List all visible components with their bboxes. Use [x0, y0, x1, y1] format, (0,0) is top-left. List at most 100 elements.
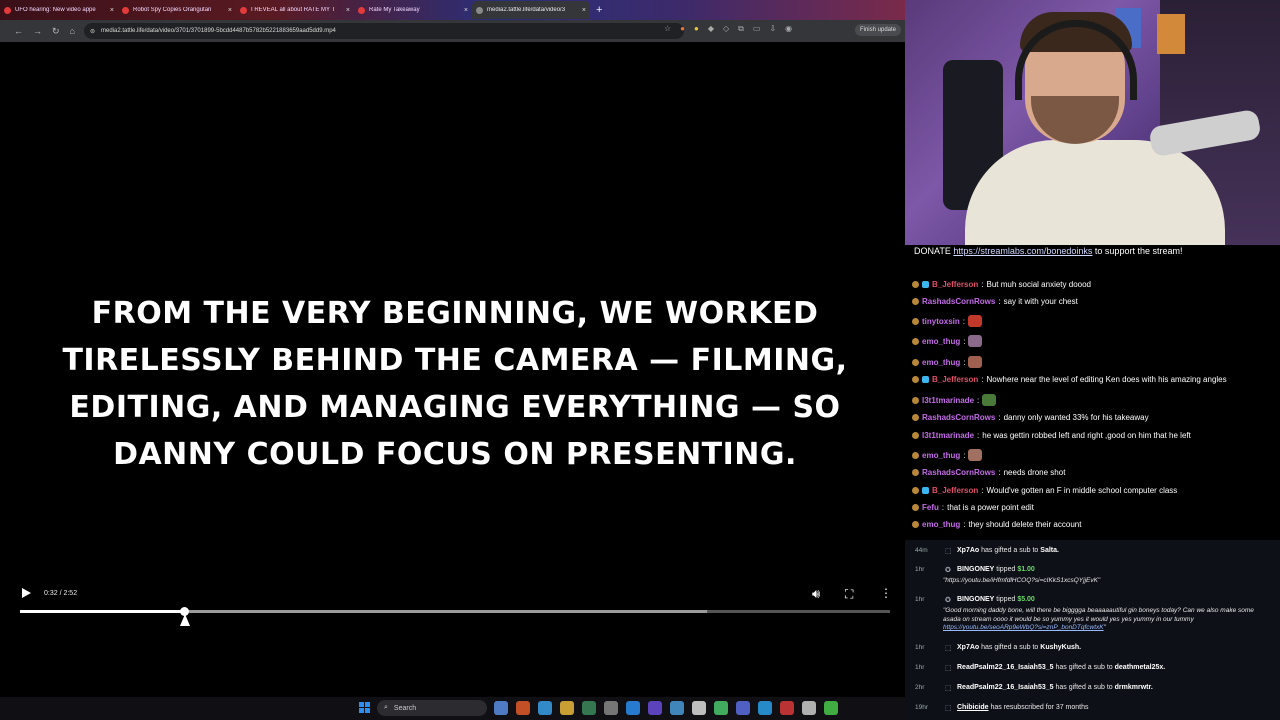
chat-username[interactable]: emo_thug — [922, 337, 960, 346]
tab-title: media2.tattle.life/data/video/3 — [487, 7, 566, 13]
taskbar-app-icon[interactable] — [802, 701, 816, 715]
more-vertical-icon[interactable]: ⋮ — [880, 586, 892, 600]
event-username[interactable]: ReadPsalm22_16_Isaiah53_5 — [957, 664, 1054, 671]
taskbar-app-icon[interactable] — [780, 701, 794, 715]
bookmark-star-icon[interactable]: ☆ — [664, 24, 671, 34]
subscriber-badge-icon — [922, 487, 929, 494]
taskbar-search[interactable]: ⌕ Search — [377, 700, 487, 716]
chat-badge-icon — [912, 281, 919, 288]
tab-close-icon[interactable]: × — [582, 7, 586, 14]
chat-emote-icon — [968, 335, 983, 347]
taskbar-app-icon[interactable] — [516, 701, 530, 715]
event-target[interactable]: KushyKush. — [1040, 644, 1081, 651]
taskbar-app-icon[interactable] — [560, 701, 574, 715]
extension-icon[interactable]: ◇ — [723, 24, 729, 34]
event-username[interactable]: Xp7Ao — [957, 547, 979, 554]
browser-tab[interactable]: Rate My Takeaway × — [354, 1, 472, 19]
taskbar-app-icon[interactable] — [582, 701, 596, 715]
event-username[interactable]: ReadPsalm22_16_Isaiah53_5 — [957, 684, 1054, 691]
extension-icon[interactable]: ● — [694, 24, 699, 34]
back-icon[interactable]: ← — [14, 26, 23, 36]
donate-link[interactable]: https://streamlabs.com/bonedoinks — [953, 246, 1092, 256]
tab-close-icon[interactable]: × — [346, 7, 350, 14]
tab-close-icon[interactable]: × — [464, 7, 468, 14]
played-bar — [20, 610, 184, 613]
chat-colon: : — [981, 280, 984, 289]
forward-icon[interactable]: → — [33, 26, 42, 36]
extensions-puzzle-icon[interactable]: ⧉ — [738, 24, 744, 34]
profile-avatar-icon[interactable]: ◉ — [785, 24, 792, 34]
event-target[interactable]: deathmetal25x. — [1115, 664, 1166, 671]
fullscreen-icon[interactable]: ⛶ — [845, 587, 853, 602]
play-icon[interactable] — [22, 588, 31, 598]
taskbar-apps — [494, 701, 838, 715]
taskbar-app-icon[interactable] — [648, 701, 662, 715]
chat-colon: : — [963, 336, 966, 346]
taskbar-app-icon[interactable] — [626, 701, 640, 715]
taskbar-app-icon[interactable] — [692, 701, 706, 715]
tab-title: I REVEAL all about RATE MY T — [251, 7, 336, 13]
chat-username[interactable]: RashadsCornRows — [922, 413, 995, 422]
browser-tab[interactable]: media2.tattle.life/data/video/3 × — [472, 1, 590, 19]
chat-username[interactable]: emo_thug — [922, 358, 960, 367]
new-tab-button[interactable]: + — [590, 4, 608, 16]
tab-favicon-icon — [476, 6, 483, 14]
site-info-icon[interactable]: ⊜ — [90, 28, 95, 35]
chat-message: emo_thug: — [912, 356, 983, 368]
chat-username[interactable]: emo_thug — [922, 451, 960, 460]
chat-username[interactable]: B_Jefferson — [932, 375, 978, 384]
chat-colon: : — [981, 486, 984, 495]
address-bar[interactable]: ⊜ media2.tattle.life/data/video/3701/370… — [84, 23, 684, 39]
chat-username[interactable]: RashadsCornRows — [922, 468, 995, 477]
chat-badge-icon — [912, 414, 919, 421]
streamer-shirt — [965, 140, 1225, 245]
chat-username[interactable]: B_Jefferson — [932, 486, 978, 495]
event-username[interactable]: BINGONEY — [957, 596, 994, 603]
chat-username[interactable]: Fefu — [922, 503, 939, 512]
sidebar-icon[interactable]: ▭ — [753, 24, 761, 34]
taskbar-app-icon[interactable] — [736, 701, 750, 715]
extension-icon[interactable]: ● — [680, 24, 685, 34]
home-icon[interactable]: ⌂ — [70, 26, 75, 36]
reload-icon[interactable]: ↻ — [52, 26, 60, 37]
finish-update-button[interactable]: Finish update — [854, 24, 901, 36]
event-time: 1hr — [915, 644, 925, 651]
taskbar-app-icon[interactable] — [670, 701, 684, 715]
taskbar-app-icon[interactable] — [494, 701, 508, 715]
tab-close-icon[interactable]: × — [228, 7, 232, 14]
volume-icon[interactable]: 🔊︎ — [812, 586, 820, 602]
tip-message: "https://youtu.be/iHfmfdlHCOQ?si=cIKkS1x… — [943, 577, 1273, 586]
tip-amount: $1.00 — [1017, 566, 1035, 573]
taskbar-app-icon[interactable] — [758, 701, 772, 715]
event-username[interactable]: Xp7Ao — [957, 644, 979, 651]
event-target[interactable]: Salta. — [1040, 547, 1059, 554]
taskbar-app-icon[interactable] — [538, 701, 552, 715]
donate-suffix: to support the stream! — [1092, 246, 1183, 256]
browser-tab[interactable]: UFO hearing: New video appe × — [0, 1, 118, 19]
download-icon[interactable]: ⇩ — [769, 24, 776, 34]
chat-username[interactable]: B_Jefferson — [932, 280, 978, 289]
chat-username[interactable]: RashadsCornRows — [922, 297, 995, 306]
tip-message-link[interactable]: https://youtu.be/seoARp9eWbQ?si=znP_bonD… — [943, 624, 1104, 631]
video-player[interactable]: FROM THE VERY BEGINNING, WE WORKED TIREL… — [0, 42, 905, 697]
browser-tab[interactable]: I REVEAL all about RATE MY T × — [236, 1, 354, 19]
windows-start-icon[interactable] — [359, 702, 370, 713]
tab-close-icon[interactable]: × — [110, 7, 114, 14]
chat-text: he was gettin robbed left and right ,goo… — [982, 431, 1191, 440]
chat-username[interactable]: emo_thug — [922, 520, 960, 529]
chat-username[interactable]: l3t1tmarinade — [922, 431, 974, 440]
tab-favicon-icon — [358, 6, 365, 14]
taskbar-app-icon[interactable] — [714, 701, 728, 715]
event-username[interactable]: Chibicide — [957, 704, 989, 711]
seek-bar[interactable] — [20, 607, 890, 616]
event-target[interactable]: drmkmrwtr. — [1115, 684, 1153, 691]
taskbar-app-icon[interactable] — [824, 701, 838, 715]
taskbar-app-icon[interactable] — [604, 701, 618, 715]
chat-username[interactable]: tinytoxsin — [922, 317, 960, 326]
event-username[interactable]: BINGONEY — [957, 566, 994, 573]
tip-message-end: " — [1103, 624, 1106, 631]
extension-icon[interactable]: ◆ — [708, 24, 714, 34]
chat-username[interactable]: l3t1tmarinade — [922, 396, 974, 405]
browser-tab[interactable]: Robot Spy Copies Orangutan × — [118, 1, 236, 19]
chat-colon: : — [977, 431, 980, 440]
